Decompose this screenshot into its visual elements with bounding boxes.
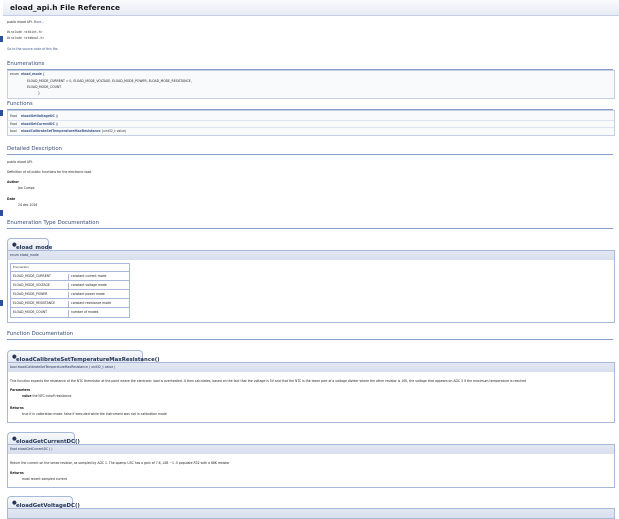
author-value: Jan Cumps (18, 186, 35, 190)
returns-label: Returns (10, 471, 24, 475)
enum-close-brace: } (38, 91, 40, 95)
page-header: eload_api.h File Reference (3, 0, 619, 16)
enumerator-key: ELOAD_MODE_RESISTANCE (13, 301, 56, 305)
enumerator-row: ELOAD_MODE_POWER constant power mode (11, 289, 129, 299)
enum-doc-heading: Enumeration Type Documentation (7, 220, 100, 226)
func-doc-proto-getvoltage (7, 508, 615, 519)
enumerator-row: ELOAD_MODE_COUNT number of modes (11, 307, 129, 317)
function-return-type: float (10, 114, 17, 118)
param-name: value (22, 394, 32, 398)
enumerator-key: ELOAD_MODE_CURRENT (13, 274, 51, 278)
func-doc-tab-label: ● eloadGetVoltageDC() (12, 500, 80, 509)
date-value: 24 dec 2016 (18, 203, 38, 207)
enum-name-line: eload_mode { (21, 72, 45, 76)
page-left-edge (0, 0, 3, 513)
enum-name-link[interactable]: eload_mode (21, 72, 42, 76)
function-row: float eloadGetCurrentDC () (8, 120, 614, 127)
function-row: float eloadGetVoltageDC () (8, 113, 614, 119)
enumerations-table: enum eload_mode { ELOAD_MODE_CURRENT = 0… (7, 70, 615, 99)
detailed-heading: Detailed Description (7, 146, 63, 152)
enum-keyword: enum (10, 72, 19, 76)
param-desc: the NTC cutoff resistance (32, 394, 72, 398)
enumerations-heading: Enumerations (7, 61, 45, 67)
date-label: Date (7, 197, 16, 201)
more-link[interactable]: More... (34, 20, 45, 24)
source-code-link[interactable]: Go to the source code of this file. (7, 47, 58, 51)
enum-doc-body: Enumerator ELOAD_MODE_CURRENT constant c… (7, 260, 615, 323)
page-title: eload_api.h File Reference (10, 3, 120, 12)
enumerator-table: Enumerator ELOAD_MODE_CURRENT constant c… (10, 263, 130, 318)
func-doc-rule (7, 339, 613, 340)
detailed-line2: Definition of all public functions for t… (7, 170, 93, 174)
function-link-eloadGetCurrentDC[interactable]: eloadGetCurrentDC () (21, 122, 58, 126)
function-return-type: float (10, 122, 17, 126)
brief-text: public eload API. (7, 20, 33, 24)
functions-heading: Functions (7, 101, 33, 107)
func-doc-heading: Function Documentation (7, 331, 74, 337)
param-row: value the NTC cutoff resistance (22, 394, 71, 398)
detailed-line1: public eload API. (7, 160, 33, 164)
enumerator-key: ELOAD_MODE_VOLTAGE (13, 283, 50, 287)
enum-open-brace: { (42, 72, 45, 76)
author-label: Author (7, 180, 19, 184)
returns-text: most recent sampled current (22, 477, 67, 481)
enumerator-key: ELOAD_MODE_POWER (13, 292, 48, 296)
brief-line: public eload API. More... (7, 20, 44, 24)
enumerator-caption: Enumerator (13, 265, 29, 269)
enumerator-desc: number of modes (68, 310, 98, 317)
enum-values-line1: ELOAD_MODE_CURRENT = 0, ELOAD_MODE_VOLTA… (27, 79, 192, 83)
func-doc-body-getcurrent: Return the current on the sense resistor… (7, 454, 615, 488)
returns-label: Returns (10, 406, 24, 410)
params-label: Parameters (10, 388, 31, 392)
functions-table: float eloadGetVoltageDC () float eloadGe… (7, 110, 615, 136)
enumerator-row: ELOAD_MODE_CURRENT constant current mode (11, 271, 129, 281)
function-link-eloadGetVoltageDC[interactable]: eloadGetVoltageDC () (21, 114, 58, 118)
enumerator-key: ELOAD_MODE_COUNT (13, 310, 48, 314)
func-desc: Return the current on the sense resistor… (10, 461, 230, 465)
func-desc: This function expects the resistance of … (10, 379, 526, 383)
returns-text: true if in calibration mode. false if ex… (22, 412, 167, 416)
func-doc-body-calibrate: This function expects the resistance of … (7, 372, 615, 423)
enum-doc-rule (7, 228, 613, 229)
enumerator-row: ELOAD_MODE_RESISTANCE constant resistanc… (11, 298, 129, 308)
func-doc-proto-text: float eloadGetCurrentDC ( ) (10, 447, 53, 451)
func-doc-tab-label: ● eloadGetCurrentDC() (12, 436, 80, 445)
include-stdbool: #include <stdbool.h> (7, 36, 45, 40)
function-row: bool eloadCalibrateSetTemperatureMaxResi… (8, 127, 614, 134)
func-doc-tab-label: ● eloadCalibrateSetTemperatureMaxResista… (12, 354, 160, 363)
function-return-type: bool (10, 129, 17, 133)
function-link-eloadCalibrateSetTemperatureMaxResistance[interactable]: eloadCalibrateSetTemperatureMaxResistanc… (21, 129, 126, 133)
enum-doc-proto-text: enum eload_mode (10, 253, 39, 257)
detailed-rule (7, 154, 613, 155)
func-doc-proto-text: bool eloadCalibrateSetTemperatureMaxResi… (10, 365, 116, 369)
enum-values-line2: ELOAD_MODE_COUNT (27, 85, 62, 89)
include-stdint: #include <stdint.h> (7, 30, 43, 34)
enum-doc-tab-label: ● eload_mode (12, 242, 53, 251)
enumerator-row: ELOAD_MODE_VOLTAGE constant voltage mode (11, 280, 129, 290)
